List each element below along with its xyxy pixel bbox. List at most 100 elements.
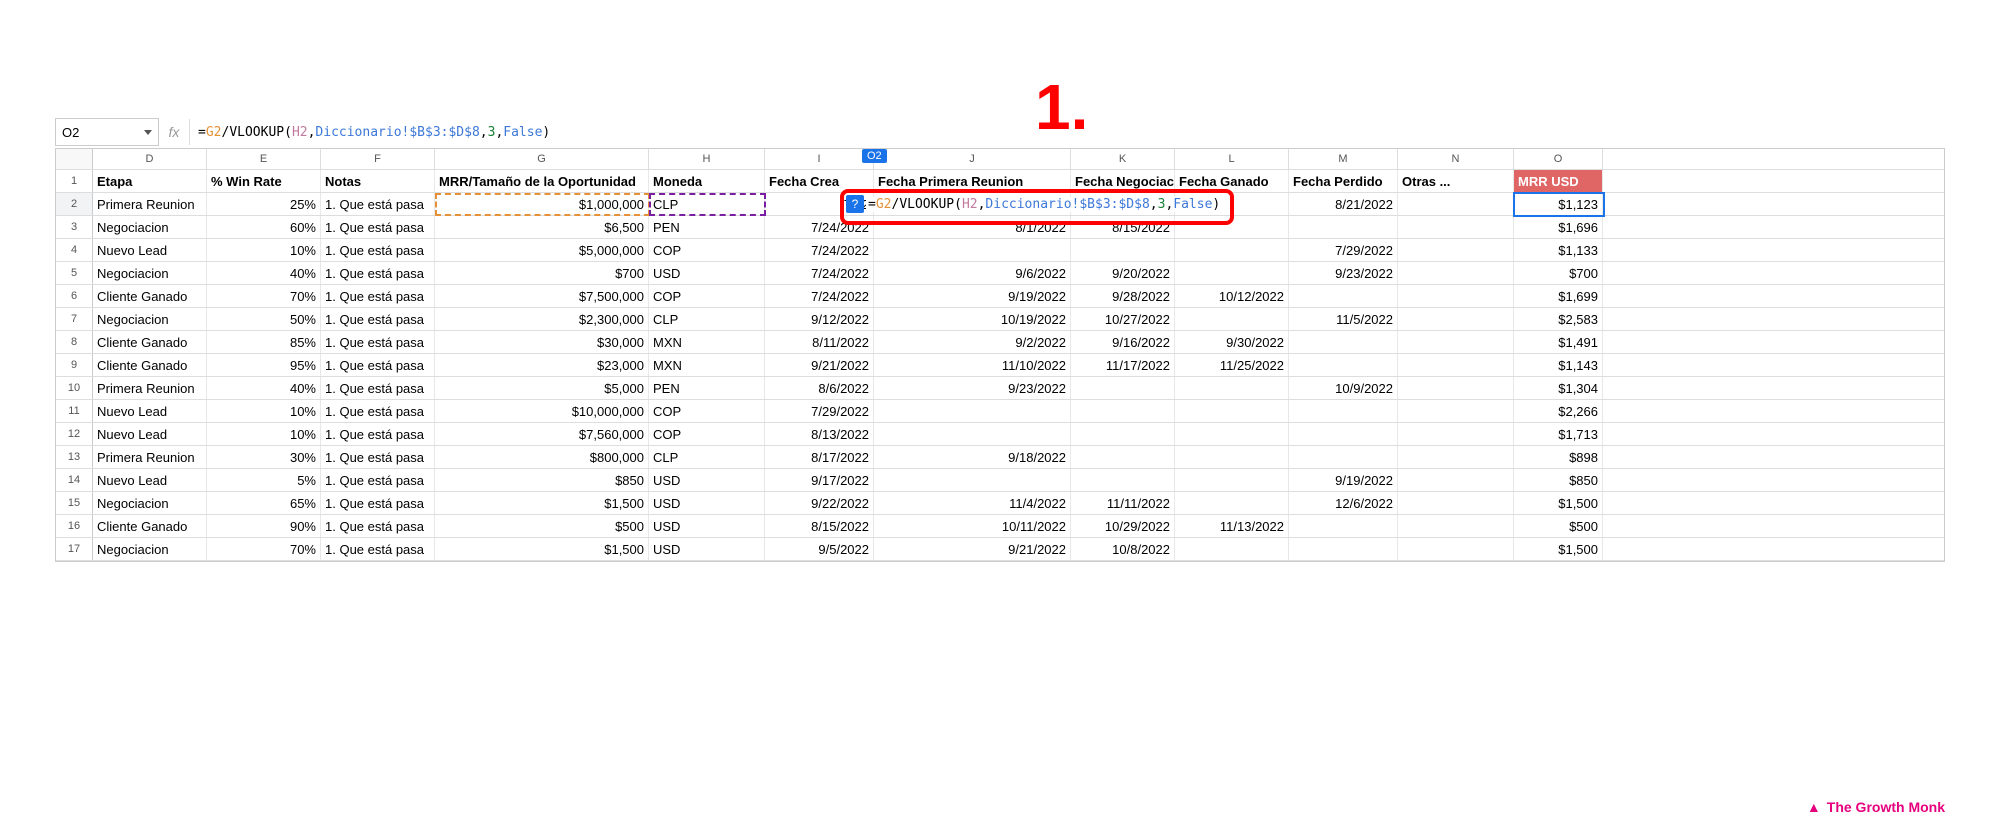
cell[interactable]: COP bbox=[649, 423, 765, 445]
cell[interactable]: 1. Que está pasa bbox=[321, 285, 435, 307]
header-n[interactable]: Otras ... bbox=[1398, 170, 1514, 192]
cell[interactable] bbox=[1398, 377, 1514, 399]
cell[interactable]: 9/6/2022 bbox=[874, 262, 1071, 284]
header-e[interactable]: % Win Rate bbox=[207, 170, 321, 192]
cell[interactable]: $2,583 bbox=[1514, 308, 1603, 330]
cell[interactable]: 1. Que está pasa bbox=[321, 446, 435, 468]
cell[interactable]: 10/12/2022 bbox=[1175, 285, 1289, 307]
corner-cell[interactable] bbox=[56, 149, 93, 169]
cell[interactable]: 8/13/2022 bbox=[765, 423, 874, 445]
cell[interactable]: 70% bbox=[207, 538, 321, 560]
cell[interactable]: 10/29/2022 bbox=[1071, 515, 1175, 537]
cell[interactable] bbox=[1398, 469, 1514, 491]
cell[interactable]: 9/16/2022 bbox=[1071, 331, 1175, 353]
cell[interactable]: 11/4/2022 bbox=[874, 492, 1071, 514]
cell[interactable]: 8/15/2022 bbox=[1071, 216, 1175, 238]
cell[interactable] bbox=[874, 423, 1071, 445]
cell[interactable]: $500 bbox=[1514, 515, 1603, 537]
cell[interactable]: 25% bbox=[207, 193, 321, 215]
cell[interactable]: MXN bbox=[649, 331, 765, 353]
cell[interactable]: 10% bbox=[207, 423, 321, 445]
cell[interactable]: Primera Reunion bbox=[93, 377, 207, 399]
cell[interactable]: $700 bbox=[435, 262, 649, 284]
cell[interactable]: $1,500 bbox=[435, 492, 649, 514]
cell[interactable] bbox=[874, 400, 1071, 422]
cell[interactable]: 11/10/2022 bbox=[874, 354, 1071, 376]
cell[interactable]: 9/2/2022 bbox=[874, 331, 1071, 353]
cell[interactable]: 7/24/2022 bbox=[765, 239, 874, 261]
cell[interactable]: 9/30/2022 bbox=[1175, 331, 1289, 353]
cell[interactable]: 9/19/2022 bbox=[1289, 469, 1398, 491]
cell[interactable]: 65% bbox=[207, 492, 321, 514]
row-number[interactable]: 3 bbox=[56, 216, 93, 238]
cell[interactable] bbox=[1175, 400, 1289, 422]
cell[interactable]: 11/11/2022 bbox=[1071, 492, 1175, 514]
cell[interactable]: $23,000 bbox=[435, 354, 649, 376]
dropdown-icon[interactable] bbox=[144, 130, 152, 135]
cell[interactable]: 30% bbox=[207, 446, 321, 468]
col-header-J[interactable]: J bbox=[874, 149, 1071, 169]
cell[interactable]: $1,491 bbox=[1514, 331, 1603, 353]
cell[interactable] bbox=[1175, 262, 1289, 284]
cell[interactable]: 8/15/2022 bbox=[765, 515, 874, 537]
header-f[interactable]: Notas bbox=[321, 170, 435, 192]
cell[interactable]: 9/21/2022 bbox=[874, 538, 1071, 560]
col-header-G[interactable]: G bbox=[435, 149, 649, 169]
cell[interactable]: $1,500 bbox=[1514, 492, 1603, 514]
header-i[interactable]: Fecha Crea bbox=[765, 170, 874, 192]
row-number[interactable]: 13 bbox=[56, 446, 93, 468]
cell[interactable]: 1. Que está pasa bbox=[321, 400, 435, 422]
cell[interactable]: $2,266 bbox=[1514, 400, 1603, 422]
cell[interactable]: 11/13/2022 bbox=[1175, 515, 1289, 537]
row-number[interactable]: 5 bbox=[56, 262, 93, 284]
cell[interactable]: Cliente Ganado bbox=[93, 285, 207, 307]
cell[interactable]: $1,304 bbox=[1514, 377, 1603, 399]
cell[interactable]: 9/5/2022 bbox=[765, 538, 874, 560]
cell[interactable]: COP bbox=[649, 285, 765, 307]
cell[interactable]: $1,500 bbox=[435, 538, 649, 560]
cell[interactable]: 50% bbox=[207, 308, 321, 330]
cell[interactable]: Cliente Ganado bbox=[93, 354, 207, 376]
cell[interactable]: MXN bbox=[649, 354, 765, 376]
col-header-I[interactable]: I bbox=[765, 149, 874, 169]
cell[interactable] bbox=[1175, 469, 1289, 491]
cell[interactable]: $10,000,000 bbox=[435, 400, 649, 422]
cell[interactable] bbox=[1398, 423, 1514, 445]
col-header-H[interactable]: H bbox=[649, 149, 765, 169]
cell[interactable]: 9/19/2022 bbox=[874, 285, 1071, 307]
cell[interactable]: 9/21/2022 bbox=[765, 354, 874, 376]
cell[interactable]: 11/25/2022 bbox=[1175, 354, 1289, 376]
col-header-F[interactable]: F bbox=[321, 149, 435, 169]
header-m[interactable]: Fecha Perdido bbox=[1289, 170, 1398, 192]
fx-icon[interactable]: fx bbox=[159, 124, 189, 140]
cell[interactable]: 11/5/2022 bbox=[1289, 308, 1398, 330]
cell[interactable]: 8/21/2022 bbox=[1289, 193, 1398, 215]
cell[interactable] bbox=[1175, 492, 1289, 514]
cell[interactable]: $850 bbox=[435, 469, 649, 491]
cell[interactable]: 1. Que está pasa bbox=[321, 538, 435, 560]
cell[interactable]: COP bbox=[649, 400, 765, 422]
cell[interactable] bbox=[1398, 285, 1514, 307]
cell[interactable]: Negociacion bbox=[93, 262, 207, 284]
cell[interactable] bbox=[1071, 377, 1175, 399]
cell[interactable]: 1. Que está pasa bbox=[321, 492, 435, 514]
cell[interactable]: $30,000 bbox=[435, 331, 649, 353]
cell[interactable]: 9/22/2022 bbox=[765, 492, 874, 514]
cell[interactable] bbox=[1398, 492, 1514, 514]
cell[interactable]: $700 bbox=[1514, 262, 1603, 284]
cell[interactable]: $850 bbox=[1514, 469, 1603, 491]
cell[interactable] bbox=[1289, 216, 1398, 238]
cell[interactable] bbox=[1071, 469, 1175, 491]
row-number[interactable]: 14 bbox=[56, 469, 93, 491]
cell[interactable]: $898 bbox=[1514, 446, 1603, 468]
cell[interactable] bbox=[1071, 446, 1175, 468]
cell[interactable] bbox=[1289, 538, 1398, 560]
cell[interactable] bbox=[1289, 515, 1398, 537]
row-number[interactable]: 1 bbox=[56, 170, 93, 192]
cell[interactable]: Nuevo Lead bbox=[93, 469, 207, 491]
cell[interactable]: 7/24/2022 bbox=[765, 262, 874, 284]
cell[interactable]: 11/17/2022 bbox=[1071, 354, 1175, 376]
row-number[interactable]: 7 bbox=[56, 308, 93, 330]
cell[interactable]: $1,123 bbox=[1514, 193, 1603, 215]
cell[interactable]: USD bbox=[649, 469, 765, 491]
